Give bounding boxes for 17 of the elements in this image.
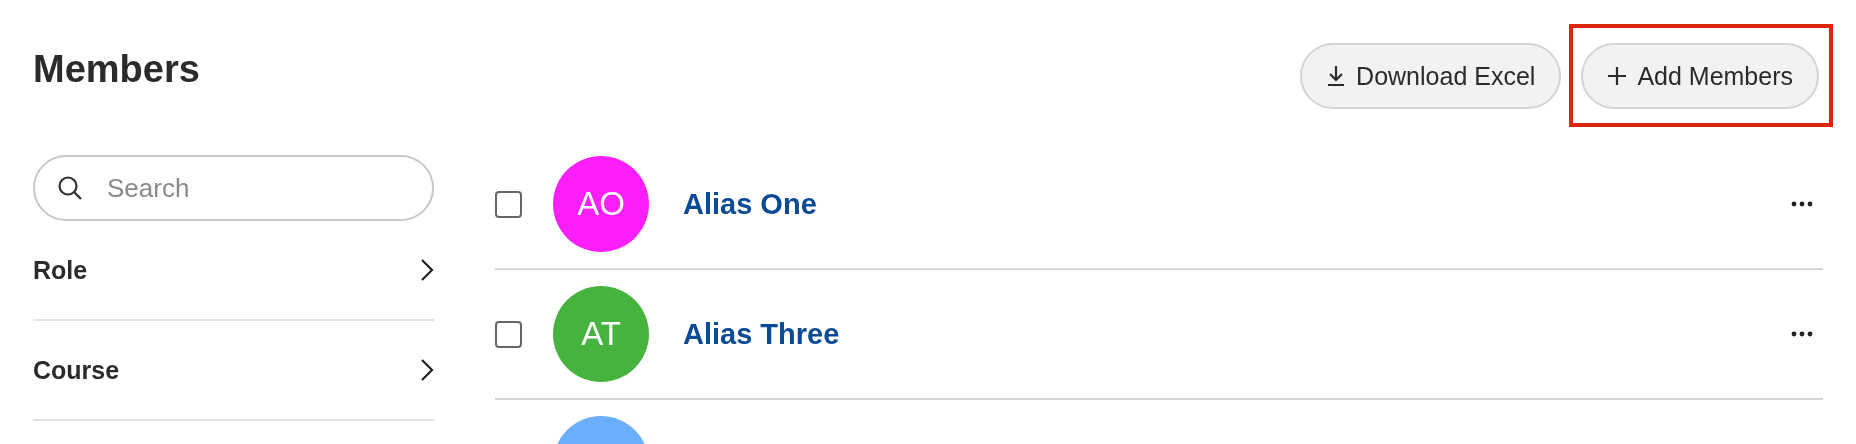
plus-icon xyxy=(1607,66,1628,86)
page-title: Members xyxy=(33,48,200,91)
add-members-button[interactable]: Add Members xyxy=(1581,43,1819,109)
row-checkbox[interactable] xyxy=(495,190,522,218)
member-name-link[interactable]: Alias Three xyxy=(683,317,840,351)
more-options-icon[interactable] xyxy=(1791,201,1813,207)
member-name-link[interactable]: Alias One xyxy=(683,187,817,221)
filter-item[interactable]: Role xyxy=(33,221,434,321)
download-icon xyxy=(1326,65,1347,87)
avatar: AT xyxy=(553,286,649,382)
download-button[interactable]: Download Excel xyxy=(1300,43,1562,109)
search-icon xyxy=(57,175,83,201)
more-options-icon[interactable] xyxy=(1791,331,1813,337)
row-checkbox[interactable] xyxy=(495,320,522,348)
filter-item[interactable]: Course xyxy=(33,321,434,421)
search-field[interactable]: Search xyxy=(33,155,434,221)
avatar: AO xyxy=(553,156,649,252)
